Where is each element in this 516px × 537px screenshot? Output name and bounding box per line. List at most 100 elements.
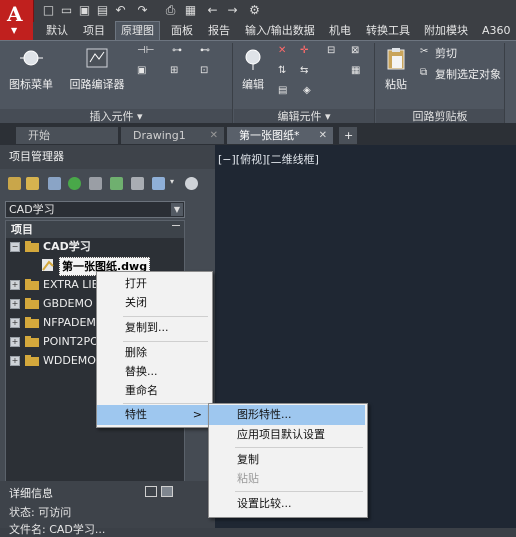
submenu-item-compare-settings[interactable]: 设置比较...: [209, 494, 365, 514]
new-drawing-icon[interactable]: [48, 177, 61, 190]
collapse-icon[interactable]: [172, 225, 180, 226]
expand-node-icon[interactable]: +: [10, 318, 20, 328]
scissors-icon: ✂: [420, 46, 429, 57]
insert-terminal-icon[interactable]: ⊷: [200, 45, 214, 57]
expand-node-icon[interactable]: +: [10, 337, 20, 347]
tab-schematic[interactable]: 原理图: [115, 21, 160, 41]
insert-parent-icon[interactable]: ⊞: [170, 65, 184, 77]
submenu-item-copy[interactable]: 复制: [209, 450, 365, 470]
tab-reports[interactable]: 报告: [203, 22, 235, 39]
circuit-builder-button[interactable]: 回路编译器: [64, 47, 130, 92]
tab-import-export[interactable]: 输入/输出数据: [240, 22, 320, 39]
project-folder-icon: [25, 279, 39, 290]
insert-connector-icon[interactable]: ⊶: [172, 45, 186, 57]
project-select[interactable]: CAD学习 ▼: [5, 201, 185, 218]
expand-node-icon[interactable]: +: [10, 299, 20, 309]
preview-view-icon[interactable]: [161, 486, 173, 497]
tab-a360[interactable]: A360: [477, 22, 516, 39]
expand-node-icon[interactable]: +: [10, 280, 20, 290]
save-as-icon[interactable]: ▤: [95, 3, 110, 18]
expand-node-icon[interactable]: +: [10, 356, 20, 366]
file-tab-bar: 开始 Drawing1 ✕ 第一张图纸* ✕ +: [0, 123, 516, 145]
project-tasks-icon[interactable]: [89, 177, 102, 190]
chevron-right-icon: >: [192, 408, 202, 421]
submenu-item-drawing-properties[interactable]: 图形特性...: [209, 405, 365, 425]
insert-components-panel-title[interactable]: 插入元件 ▾: [0, 109, 232, 124]
project-manager-title: 项目管理器: [0, 145, 215, 169]
menu-item-open[interactable]: 打开: [97, 274, 210, 294]
edit-button[interactable]: 编辑: [238, 47, 268, 92]
undo-icon[interactable]: ↶: [113, 3, 128, 18]
file-tab-start[interactable]: 开始: [16, 127, 118, 144]
file-tab-label: Drawing1: [133, 129, 186, 142]
cut-button[interactable]: 剪切: [435, 45, 457, 61]
icon-menu-button[interactable]: 图标菜单: [6, 47, 56, 92]
retag-icon[interactable]: ▦: [351, 65, 365, 77]
file-tab-first-drawing[interactable]: 第一张图纸* ✕: [227, 127, 333, 144]
edit-components-panel-title[interactable]: 编辑元件 ▾: [234, 109, 374, 124]
insert-child-icon[interactable]: ⊡: [200, 65, 214, 77]
help-icon[interactable]: [185, 177, 198, 190]
toggle-icon[interactable]: ◈: [303, 85, 317, 97]
save-icon[interactable]: ▣: [77, 3, 92, 18]
new-tab-button[interactable]: +: [339, 127, 357, 144]
refresh-icon[interactable]: [68, 177, 81, 190]
tab-addins[interactable]: 附加模块: [419, 22, 473, 39]
close-icon[interactable]: ✕: [319, 127, 327, 144]
delete-component-icon[interactable]: ✕: [278, 45, 292, 57]
align-icon[interactable]: ⊠: [351, 45, 365, 57]
reverse-icon[interactable]: ⇆: [300, 65, 314, 77]
menu-item-copy-to[interactable]: 复制到...: [97, 318, 210, 338]
plot-icon[interactable]: ⎙: [163, 3, 178, 18]
viewport-controls[interactable]: [−][俯视][二维线框]: [218, 151, 319, 167]
tab-default[interactable]: 默认: [41, 22, 73, 39]
open-project-icon[interactable]: [8, 177, 21, 190]
insert-wire-icon[interactable]: ⊣⊢: [137, 45, 154, 57]
new-icon[interactable]: □: [41, 3, 56, 18]
chevron-down-icon: ▼: [11, 26, 18, 35]
menu-item-delete[interactable]: 删除: [97, 343, 210, 363]
attribute-icon[interactable]: ▤: [278, 85, 292, 97]
tree-node-cad-study[interactable]: − CAD学习: [8, 238, 178, 255]
file-tab-drawing1[interactable]: Drawing1 ✕: [121, 127, 224, 144]
back-icon[interactable]: ←: [205, 3, 220, 18]
menu-item-properties[interactable]: 特性 >: [97, 405, 210, 425]
tab-project[interactable]: 项目: [78, 22, 110, 39]
paste-button[interactable]: 粘贴: [381, 47, 411, 92]
new-project-icon[interactable]: [26, 177, 39, 190]
chevron-down-icon[interactable]: ▼: [171, 203, 183, 216]
project-settings-icon[interactable]: [131, 177, 144, 190]
scoot-icon[interactable]: ✛: [300, 45, 314, 57]
project-manager-toolbar: ▾: [0, 173, 215, 195]
tab-conversion-tools[interactable]: 转换工具: [361, 22, 415, 39]
menu-item-label: 特性: [125, 408, 147, 421]
menu-item-rename[interactable]: 重命名: [97, 381, 210, 401]
menu-item-close[interactable]: 关闭: [97, 293, 210, 313]
forward-icon[interactable]: →: [225, 3, 240, 18]
status-text: 状态: 可访问: [9, 506, 72, 519]
workspace-icon[interactable]: ⚙: [247, 3, 262, 18]
application-menu-button[interactable]: A ▼: [0, 0, 34, 40]
details-view-icon[interactable]: [145, 486, 157, 497]
close-icon[interactable]: ✕: [210, 127, 218, 144]
copy-component-icon[interactable]: ⊟: [327, 45, 341, 57]
redo-icon[interactable]: ↷: [135, 3, 150, 18]
icon-menu-label: 图标菜单: [9, 78, 53, 91]
submenu-item-apply-defaults[interactable]: 应用项目默认设置: [209, 425, 365, 445]
copy-selected-button[interactable]: 复制选定对象: [435, 66, 501, 82]
collapse-node-icon[interactable]: −: [10, 242, 20, 252]
submenu-item-paste[interactable]: 粘贴: [209, 469, 365, 489]
open-icon[interactable]: ▭: [59, 3, 74, 18]
publish-icon[interactable]: [152, 177, 165, 190]
properties-submenu: 图形特性... 应用项目默认设置 复制 粘贴 设置比较...: [208, 403, 368, 518]
insert-component-icon[interactable]: ▣: [137, 65, 151, 77]
move-component-icon[interactable]: ⇅: [278, 65, 292, 77]
tab-electromechanical[interactable]: 机电: [324, 22, 356, 39]
project-folder-icon: [25, 241, 39, 252]
menu-item-replace[interactable]: 替换...: [97, 362, 210, 382]
update-icon[interactable]: [110, 177, 123, 190]
ribbon-panel: 图标菜单 回路编译器 ⊣⊢ ⊶ ⊷ ▣ ⊞ ⊡ 插入元件 ▾ 编辑 ✕ ✛ ⊟ …: [0, 40, 516, 124]
tab-panel[interactable]: 面板: [166, 22, 198, 39]
share-icon[interactable]: ▦: [183, 3, 198, 18]
chevron-down-icon[interactable]: ▾: [170, 177, 178, 190]
